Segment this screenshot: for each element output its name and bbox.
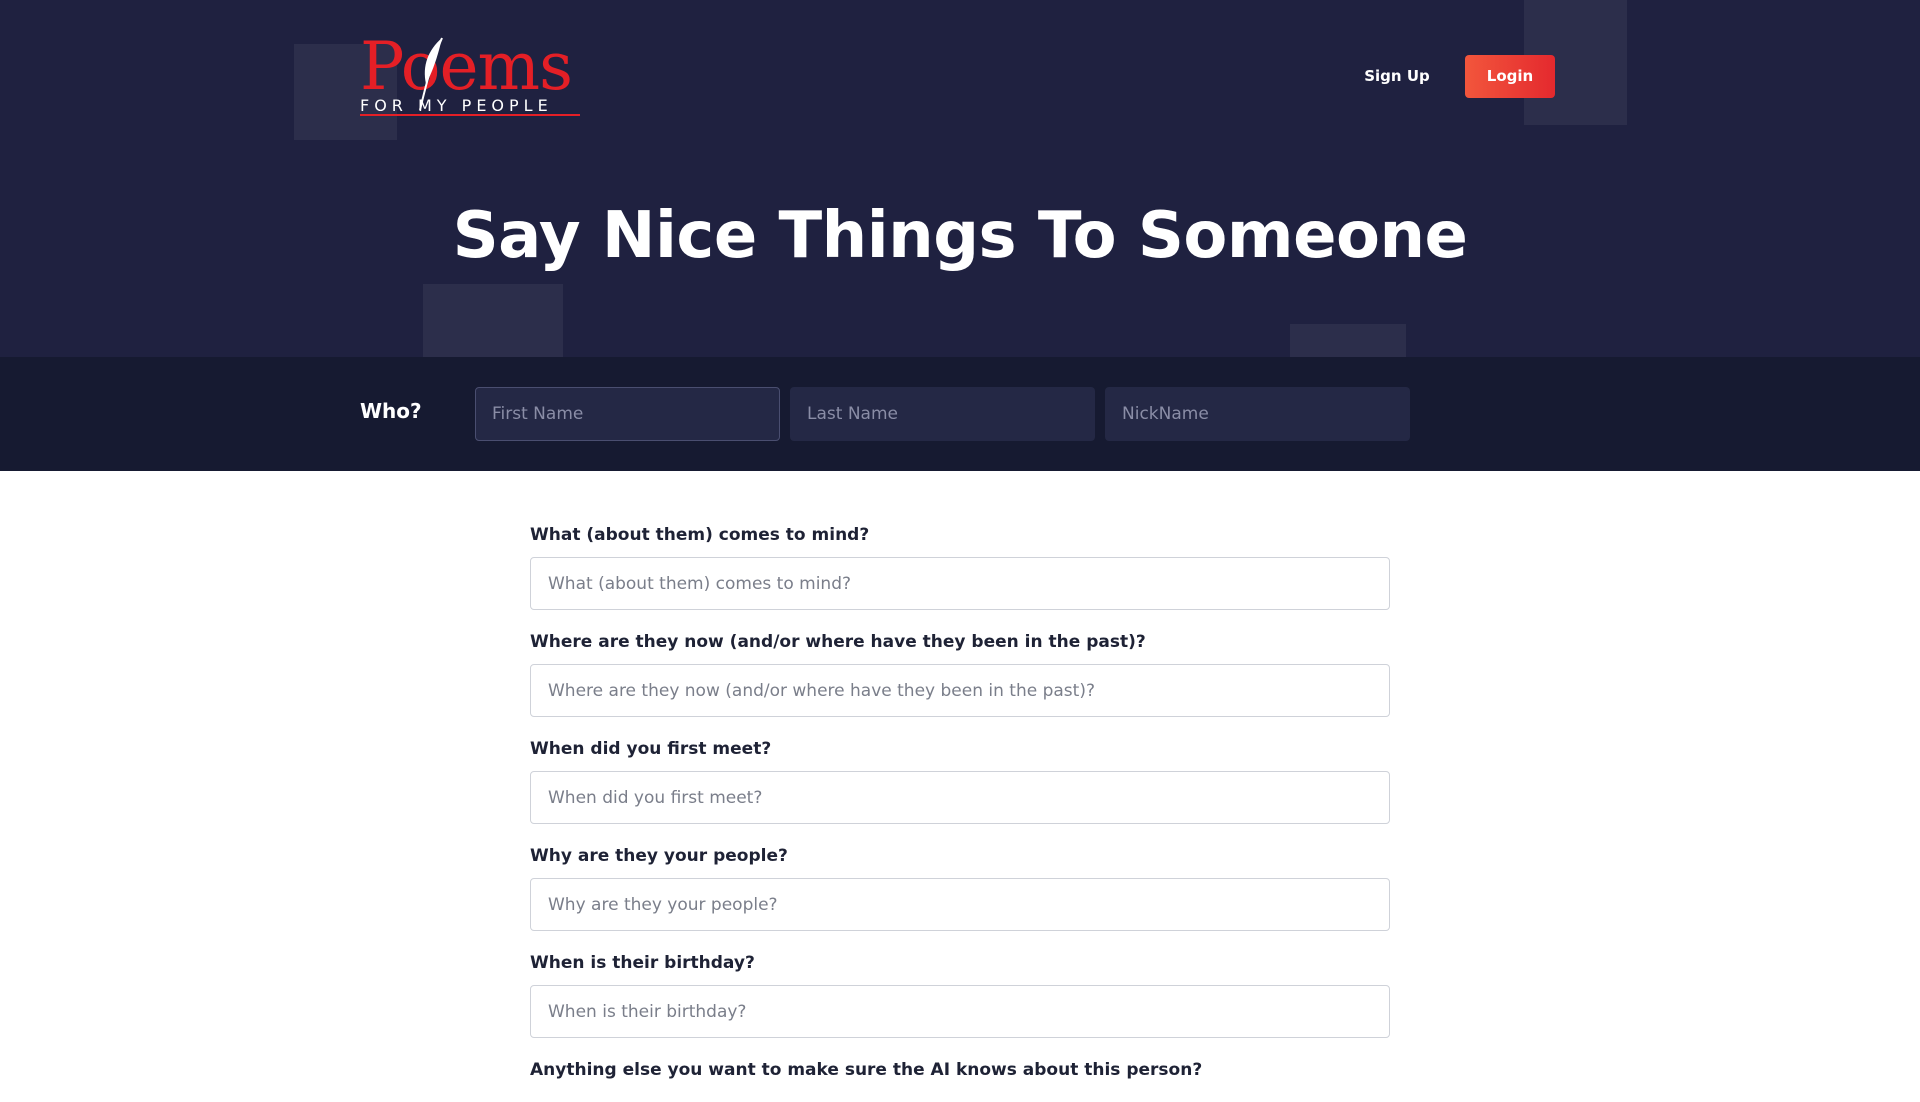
decorative-square <box>1290 324 1406 357</box>
field-label: When is their birthday? <box>530 953 755 973</box>
who-bar: Who? <box>0 357 1920 471</box>
form-field: Anything else you want to make sure the … <box>530 1060 1390 1080</box>
signup-link[interactable]: Sign Up <box>1362 64 1432 88</box>
form-field: What (about them) comes to mind? <box>530 525 1390 610</box>
logo-sub-text: FOR MY PEOPLE <box>360 96 553 115</box>
field-label: What (about them) comes to mind? <box>530 525 870 545</box>
field-label: When did you first meet? <box>530 739 772 759</box>
form-field: When did you first meet? <box>530 739 1390 824</box>
page-title: Say Nice Things To Someone <box>452 199 1468 273</box>
field-label: Where are they now (and/or where have th… <box>530 632 1146 652</box>
first-name-input[interactable] <box>475 387 780 441</box>
who-label: Who? <box>360 399 422 423</box>
logo-underline <box>360 114 580 116</box>
birthday-input[interactable] <box>530 985 1390 1038</box>
nickname-input[interactable] <box>1105 387 1410 441</box>
where-are-they-input[interactable] <box>530 664 1390 717</box>
form-field: Where are they now (and/or where have th… <box>530 632 1390 717</box>
why-your-people-input[interactable] <box>530 878 1390 931</box>
first-meet-input[interactable] <box>530 771 1390 824</box>
logo-main-text: Poems <box>360 28 573 105</box>
field-label: Why are they your people? <box>530 846 788 866</box>
form-field: Why are they your people? <box>530 846 1390 931</box>
login-button[interactable]: Login <box>1465 55 1555 98</box>
hero-section: Poems FOR MY PEOPLE Sign Up Login Say Ni… <box>0 0 1920 357</box>
decorative-square <box>423 284 563 357</box>
site-logo[interactable]: Poems FOR MY PEOPLE <box>360 34 582 118</box>
form-field: When is their birthday? <box>530 953 1390 1038</box>
details-form: What (about them) comes to mind? Where a… <box>530 525 1390 1102</box>
last-name-input[interactable] <box>790 387 1095 441</box>
field-label: Anything else you want to make sure the … <box>530 1060 1203 1080</box>
comes-to-mind-input[interactable] <box>530 557 1390 610</box>
